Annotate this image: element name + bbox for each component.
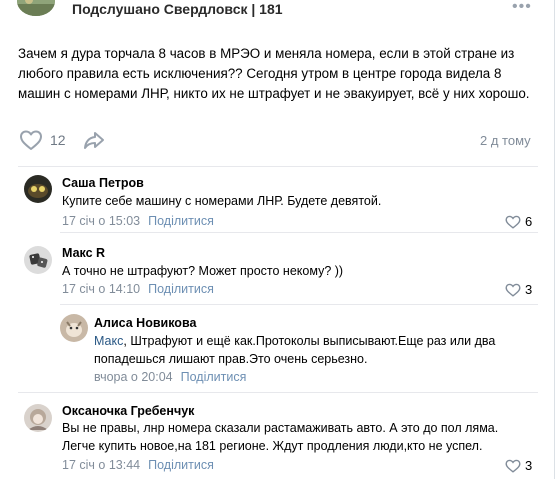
comment-meta: 17 січ о 13:44 Поділитися (62, 458, 214, 472)
comment-like-count: 3 (525, 458, 533, 473)
comment-date[interactable]: вчора о 20:04 (94, 370, 173, 384)
heart-icon[interactable] (505, 283, 521, 297)
post-text: Зачем я дура торчала 8 часов в МРЭО и ме… (18, 46, 530, 101)
comment-text: Макс, Штрафуют и ещё как.Протоколы выпис… (94, 332, 534, 368)
mention-link[interactable]: Макс (94, 334, 123, 348)
comment-text: А точно не штрафуют? Может просто некому… (62, 264, 344, 278)
post-actions: 12 2 д тому (0, 128, 555, 154)
heart-icon[interactable] (505, 215, 521, 229)
share-link[interactable]: Поділитися (148, 282, 214, 296)
share-icon[interactable] (82, 129, 106, 151)
comment-meta: 17 січ о 15:03 Поділитися (62, 214, 214, 228)
post-card: Подслушано Свердловск | 181 ••• Зачем я … (0, 0, 555, 479)
comment-date[interactable]: 17 січ о 13:44 (62, 458, 140, 472)
comment-date[interactable]: 17 січ о 14:10 (62, 282, 140, 296)
share-link[interactable]: Поділитися (148, 458, 214, 472)
more-horizontal-icon[interactable]: ••• (512, 0, 532, 16)
post-time[interactable]: 2 д тому (480, 133, 531, 148)
comment-author[interactable]: Алиса Новикова (94, 316, 196, 330)
avatar[interactable] (60, 314, 88, 342)
heart-icon[interactable] (19, 129, 43, 151)
avatar[interactable] (24, 175, 52, 203)
comment-text-body: , Штрафуют и ещё как.Протоколы выписываю… (94, 334, 496, 366)
heart-icon[interactable] (505, 459, 521, 473)
avatar[interactable] (24, 246, 52, 274)
group-avatar[interactable] (17, 0, 55, 16)
share-link[interactable]: Поділитися (181, 370, 247, 384)
divider (18, 166, 538, 167)
divider (60, 232, 538, 233)
post-header: Подслушано Свердловск | 181 ••• (0, 0, 555, 18)
share-link[interactable]: Поділитися (148, 214, 214, 228)
comment-author[interactable]: Макс R (62, 246, 105, 260)
comment-like-count: 3 (525, 282, 533, 297)
comment-date[interactable]: 17 січ о 15:03 (62, 214, 140, 228)
comment-meta: 17 січ о 14:10 Поділитися (62, 282, 214, 296)
divider (60, 304, 538, 305)
comment-text: Купите себе машину с номерами ЛНР. Будет… (62, 194, 382, 208)
comment-author[interactable]: Оксаночка Гребенчук (62, 404, 194, 418)
like-count: 12 (50, 132, 66, 148)
group-name[interactable]: Подслушано Свердловск | 181 (72, 1, 283, 17)
comment-meta: вчора о 20:04 Поділитися (94, 370, 246, 384)
comment-text: Вы не правы, лнр номера сказали растамаж… (62, 421, 499, 453)
comment-author[interactable]: Саша Петров (62, 176, 144, 190)
avatar[interactable] (24, 404, 52, 432)
comment-like-count: 6 (525, 214, 533, 229)
divider (18, 392, 538, 393)
